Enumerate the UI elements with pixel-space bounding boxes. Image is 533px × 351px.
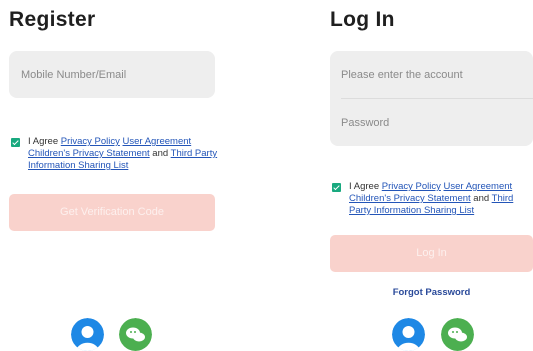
password-field[interactable]: Password — [330, 99, 533, 146]
register-agreement-text: I Agree Privacy Policy User Agreement Ch… — [28, 136, 218, 172]
children-privacy-link[interactable]: Children's Privacy Statement — [28, 148, 150, 159]
account-field[interactable]: Please enter the account — [330, 51, 533, 98]
and-text: and — [470, 193, 492, 204]
wechat-icon[interactable] — [119, 318, 152, 351]
register-agree-checkbox[interactable] — [11, 138, 20, 147]
login-button-label: Log In — [416, 247, 447, 259]
agree-prefix: I Agree — [28, 136, 61, 147]
user-agreement-link[interactable]: User Agreement — [123, 136, 192, 147]
login-panel: Log In Please enter the account Password… — [320, 0, 533, 351]
get-verification-code-button[interactable]: Get Verification Code — [9, 194, 215, 231]
children-privacy-link[interactable]: Children's Privacy Statement — [349, 193, 471, 204]
user-avatar-icon[interactable] — [392, 318, 425, 351]
password-placeholder: Password — [341, 117, 390, 129]
and-text: and — [149, 148, 171, 159]
user-agreement-link[interactable]: User Agreement — [444, 181, 513, 192]
login-button[interactable]: Log In — [330, 235, 533, 272]
register-panel: Register Mobile Number/Email I Agree Pri… — [0, 0, 225, 351]
user-avatar-icon[interactable] — [71, 318, 104, 351]
register-title: Register — [9, 8, 96, 31]
login-title: Log In — [330, 8, 395, 31]
privacy-policy-link[interactable]: Privacy Policy — [382, 181, 441, 192]
agree-prefix: I Agree — [349, 181, 382, 192]
mobile-email-field[interactable]: Mobile Number/Email — [9, 51, 215, 98]
forgot-password-link[interactable]: Forgot Password — [330, 287, 533, 298]
get-verification-code-label: Get Verification Code — [60, 206, 164, 218]
login-fields-group: Please enter the account Password — [330, 51, 533, 146]
mobile-email-placeholder: Mobile Number/Email — [21, 69, 127, 81]
account-placeholder: Please enter the account — [341, 69, 463, 81]
login-agree-checkbox[interactable] — [332, 183, 341, 192]
login-agreement-text: I Agree Privacy Policy User Agreement Ch… — [349, 181, 533, 217]
privacy-policy-link[interactable]: Privacy Policy — [61, 136, 120, 147]
wechat-icon[interactable] — [441, 318, 474, 351]
